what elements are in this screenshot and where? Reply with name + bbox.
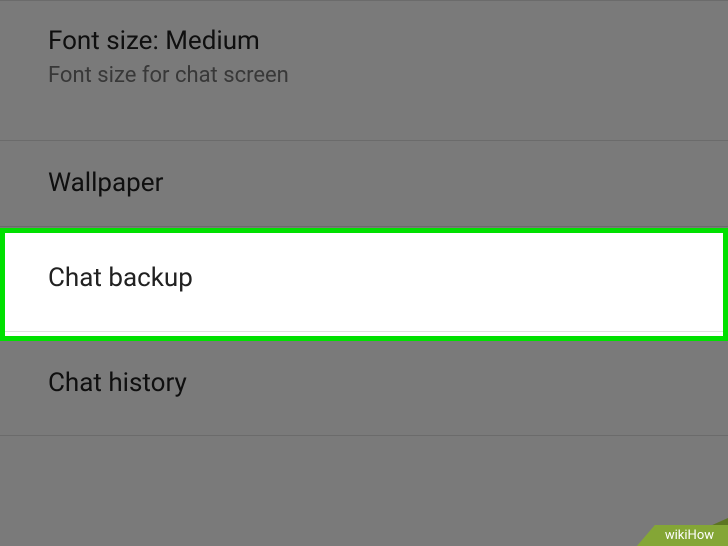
settings-item-chat-history[interactable]: Chat history [0,331,728,436]
font-size-subtitle: Font size for chat screen [48,63,680,88]
watermark-accent [710,518,728,526]
settings-list: Font size: Medium Font size for chat scr… [0,0,728,436]
settings-item-font-size[interactable]: Font size: Medium Font size for chat scr… [0,0,728,140]
chat-history-title: Chat history [48,367,187,401]
watermark-text: wikiHow [637,525,728,546]
settings-screen: Font size: Medium Font size for chat scr… [0,0,728,546]
font-size-title: Font size: Medium [48,25,680,59]
wallpaper-title: Wallpaper [48,167,163,201]
watermark: wikiHow [637,525,728,546]
chat-backup-title: Chat backup [48,262,193,296]
settings-item-wallpaper[interactable]: Wallpaper [0,140,728,226]
settings-item-chat-backup[interactable]: Chat backup [0,226,728,331]
